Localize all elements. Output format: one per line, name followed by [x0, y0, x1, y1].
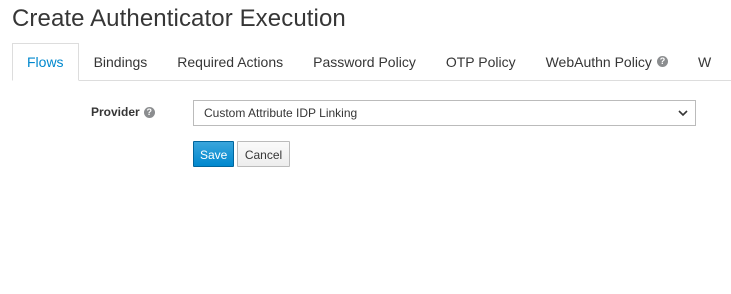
cancel-button[interactable]: Cancel: [237, 141, 290, 167]
page-title: Create Authenticator Execution: [12, 5, 346, 32]
provider-label-text: Provider: [91, 105, 140, 119]
tab-otp-policy[interactable]: OTP Policy: [431, 43, 531, 80]
tab-webauthn-policy[interactable]: WebAuthn Policy ?: [531, 43, 683, 80]
provider-label: Provider ?: [91, 105, 155, 119]
tab-label: Bindings: [93, 53, 148, 70]
tab-required-actions[interactable]: Required Actions: [162, 43, 298, 80]
tab-label: Password Policy: [313, 53, 416, 70]
tab-password-policy[interactable]: Password Policy: [298, 43, 431, 80]
page: Create Authenticator Execution Flows Bin…: [0, 0, 731, 294]
tab-flows[interactable]: Flows: [12, 43, 79, 81]
chevron-down-icon: [678, 110, 688, 117]
tab-label: OTP Policy: [445, 53, 516, 70]
tab-label: WebAuthn Policy: [545, 53, 652, 70]
provider-select[interactable]: Custom Attribute IDP Linking: [193, 100, 696, 126]
provider-select-value: Custom Attribute IDP Linking: [204, 106, 358, 120]
tab-webauthn-passwordless-policy[interactable]: W: [683, 43, 726, 80]
tab-bar: Flows Bindings Required Actions Password…: [12, 43, 731, 81]
tab-label: W: [697, 53, 712, 70]
tab-label: Flows: [27, 54, 64, 70]
tab-bindings[interactable]: Bindings: [79, 43, 163, 80]
tab-label: Required Actions: [177, 53, 284, 70]
question-circle-icon[interactable]: ?: [143, 106, 155, 118]
question-circle-icon[interactable]: ?: [656, 56, 668, 67]
save-button[interactable]: Save: [193, 141, 234, 167]
